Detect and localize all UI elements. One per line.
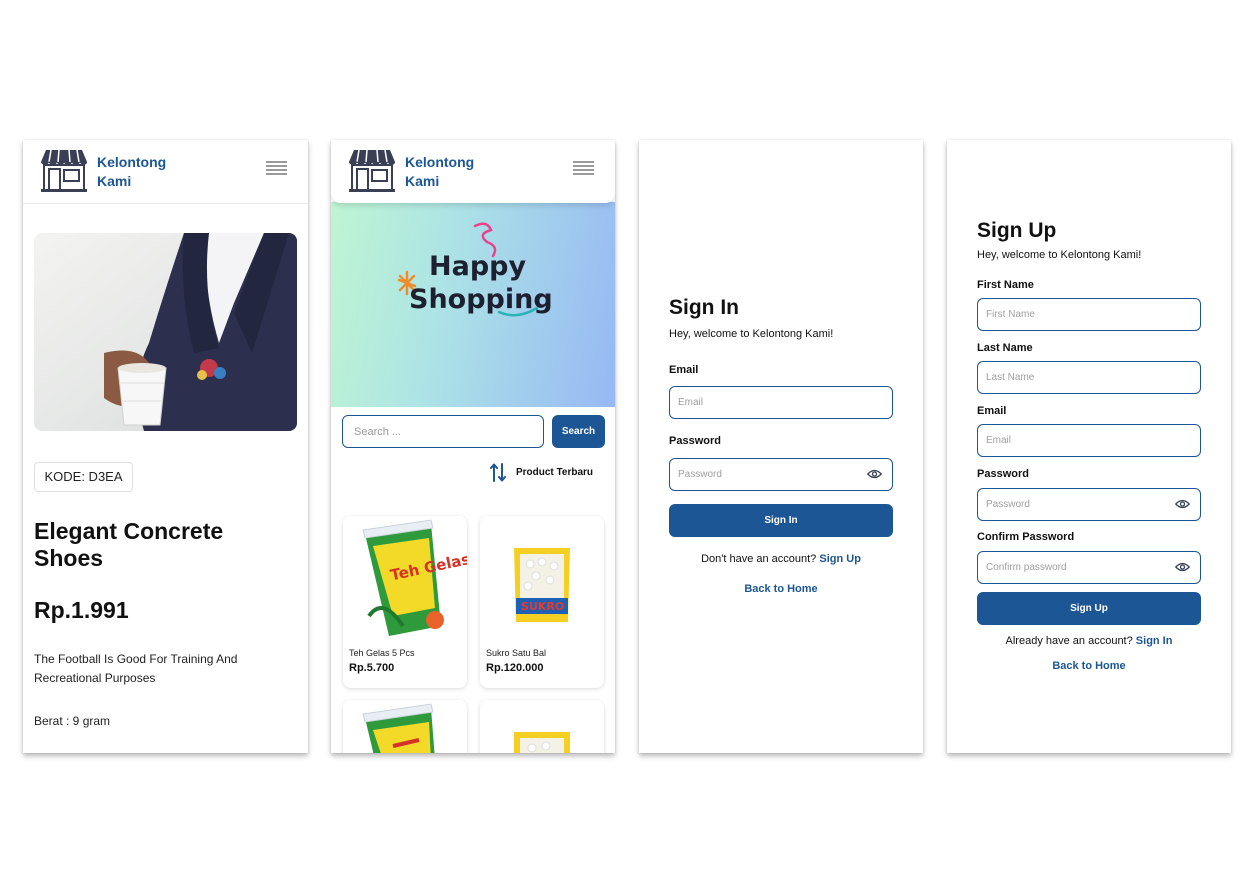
product-card[interactable]: SUKRO Sukro Satu Bal Rp.120.000 <box>480 516 604 688</box>
page-subtitle: Hey, welcome to Kelontong Kami! <box>977 249 1142 261</box>
product-price: Rp.5.700 <box>349 662 395 674</box>
product-description: The Football Is Good For Training And Re… <box>34 652 238 685</box>
happy-shopping-artwork: Happy Shopping <box>397 222 553 317</box>
sign-in-button[interactable]: Sign In <box>669 504 893 537</box>
first-name-field[interactable] <box>977 298 1201 331</box>
banner-text-happy: Happy <box>429 251 526 282</box>
brand-name-line2: Kami <box>97 173 132 189</box>
show-password-eye-icon[interactable] <box>1175 499 1190 509</box>
product-price: Rp.120.000 <box>486 662 544 674</box>
search-button[interactable]: Search <box>552 415 605 448</box>
show-password-eye-icon[interactable] <box>867 469 882 479</box>
sign-up-prompt: Don't have an account? Sign Up <box>669 553 893 565</box>
password-field[interactable] <box>669 458 893 491</box>
last-name-field[interactable] <box>977 361 1201 394</box>
product-weight: Berat : 9 gram <box>34 714 111 728</box>
email-label: Email <box>669 364 699 376</box>
product-detail-screen: Kelontong Kami KODE: D3EA Elegant Concre… <box>23 140 308 753</box>
product-code-badge: KODE: D3EA <box>34 462 133 492</box>
password-field[interactable] <box>977 488 1201 521</box>
email-field[interactable] <box>977 424 1201 457</box>
password-label: Password <box>977 468 1029 480</box>
app-header: Kelontong Kami <box>331 140 615 203</box>
product-card[interactable] <box>343 700 467 753</box>
product-card[interactable] <box>480 700 604 753</box>
brand-name[interactable]: Kelontong Kami <box>405 153 474 191</box>
promo-banner[interactable]: Happy Shopping <box>331 202 615 407</box>
sort-control[interactable]: Product Terbaru <box>489 463 593 482</box>
search-input[interactable] <box>342 415 544 448</box>
store-awning-icon[interactable] <box>349 150 395 192</box>
sort-arrows-icon <box>489 463 506 482</box>
page-title: Sign In <box>669 296 739 319</box>
last-name-label: Last Name <box>977 342 1033 354</box>
back-to-home-link[interactable]: Back to Home <box>669 583 893 595</box>
brand-name-line1: Kelontong <box>97 154 167 170</box>
sign-up-prompt-text: Don't have an account? <box>701 553 817 565</box>
confirm-password-field[interactable] <box>977 551 1201 584</box>
product-image-teh-gelas <box>343 700 467 753</box>
show-confirm-password-eye-icon[interactable] <box>1175 562 1190 572</box>
product-image-sukro: SUKRO <box>480 516 604 640</box>
page-title: Sign Up <box>977 219 1057 242</box>
product-card[interactable]: Teh Gelas Teh Gelas 5 Pcs Rp.5.700 <box>343 516 467 688</box>
brand-name-line2: Kami <box>405 173 440 189</box>
product-name: Teh Gelas 5 Pcs <box>349 648 415 658</box>
home-screen: Kelontong Kami Happy Shopping Search Pro… <box>331 140 615 753</box>
product-image-sukro <box>480 700 604 753</box>
product-price: Rp.1.991 <box>34 597 129 623</box>
hamburger-menu-icon[interactable] <box>266 161 287 177</box>
first-name-label: First Name <box>977 279 1034 291</box>
confirm-password-label: Confirm Password <box>977 531 1075 543</box>
sign-in-prompt: Already have an account? Sign In <box>977 635 1201 647</box>
page-subtitle: Hey, welcome to Kelontong Kami! <box>669 328 834 340</box>
password-label: Password <box>669 435 721 447</box>
sort-label: Product Terbaru <box>515 467 593 478</box>
back-to-home-link[interactable]: Back to Home <box>977 660 1201 672</box>
product-name: Sukro Satu Bal <box>486 648 547 658</box>
sign-up-screen: Sign Up Hey, welcome to Kelontong Kami! … <box>947 140 1231 753</box>
brand-name[interactable]: Kelontong Kami <box>97 153 166 191</box>
email-label: Email <box>977 405 1007 417</box>
sign-in-link[interactable]: Sign In <box>1136 635 1173 647</box>
email-field[interactable] <box>669 386 893 419</box>
store-awning-icon[interactable] <box>41 150 87 192</box>
product-image <box>34 233 297 431</box>
sign-up-link[interactable]: Sign Up <box>819 553 861 565</box>
sign-in-prompt-text: Already have an account? <box>1005 635 1133 647</box>
app-header: Kelontong Kami <box>23 140 308 203</box>
sign-in-screen: Sign In Hey, welcome to Kelontong Kami! … <box>639 140 923 753</box>
product-image-teh-gelas: Teh Gelas <box>343 516 467 640</box>
sukro-logo-text: SUKRO <box>521 600 564 613</box>
sign-up-button[interactable]: Sign Up <box>977 592 1201 625</box>
hamburger-menu-icon[interactable] <box>573 161 594 177</box>
brand-name-line1: Kelontong <box>405 154 475 170</box>
product-title: Elegant Concrete Shoes <box>34 518 224 571</box>
